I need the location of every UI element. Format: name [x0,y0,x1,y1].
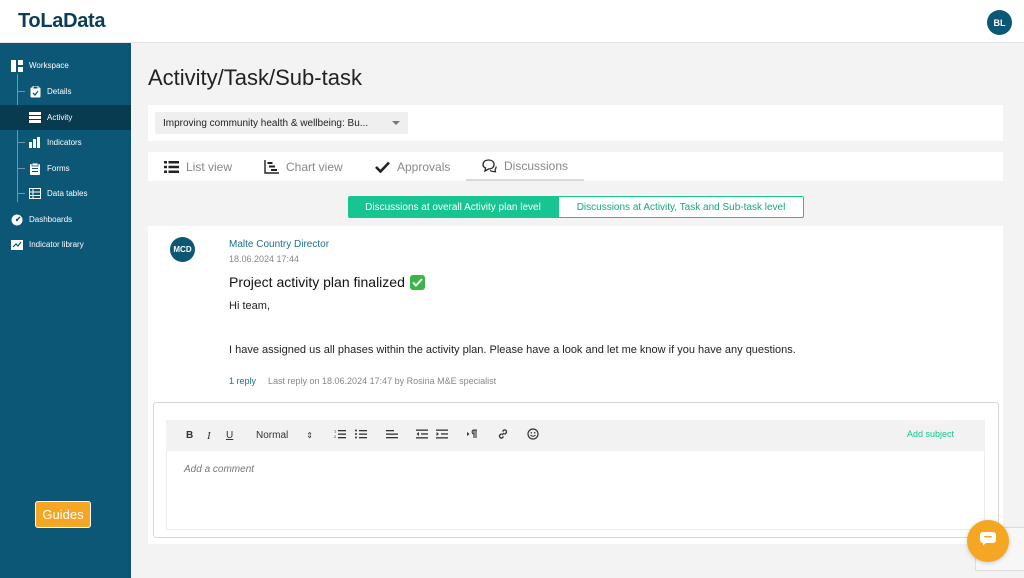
bold-button[interactable]: B [186,420,193,451]
chat-icon [979,531,997,551]
author-avatar: MCD [170,237,195,262]
sidebar-item-label: Workspace [29,61,69,70]
ordered-list-button[interactable]: 12 [334,420,346,451]
replies-link[interactable]: 1 reply [229,376,256,386]
sidebar-item-label: Activity [47,113,73,122]
text-style-select[interactable]: Normal ⇕ [256,420,318,451]
dashboard-icon [11,214,23,226]
sidebar-item-indicators[interactable]: Indicators [0,130,131,155]
plan-select-dropdown[interactable]: Improving community health & wellbeing: … [155,112,408,134]
underline-button[interactable]: U [226,420,233,451]
caret-down-icon [392,121,400,125]
toggle-activity-task-subtask[interactable]: Discussions at Activity, Task and Sub-ta… [558,196,804,218]
activity-list-icon [29,112,41,124]
comment-placeholder: Add a comment [184,464,255,475]
discussion-subject: Project activity plan finalized [229,274,425,290]
sidebar-item-label: Dashboards [29,215,73,224]
italic-button[interactable]: I [207,420,211,451]
sidebar-item-indicator-library[interactable]: Indicator library [0,232,131,257]
tab-discussions[interactable]: Discussions [466,152,585,181]
author-name[interactable]: Malte Country Director [229,239,329,250]
tab-chart-view[interactable]: Chart view [264,152,343,181]
tab-list-view[interactable]: List view [164,152,232,181]
table-icon [29,188,41,200]
plan-select-value: Improving community health & wellbeing: … [163,117,369,129]
bullet-list-button[interactable] [355,420,367,451]
clipboard-icon [29,85,41,98]
align-button[interactable] [386,420,398,451]
emoji-icon [527,428,539,443]
discussion-icon [482,158,497,173]
indent-button[interactable] [436,420,448,451]
top-bar [0,0,1024,43]
tab-approvals[interactable]: Approvals [375,152,450,181]
sidebar-item-label: Details [47,87,72,96]
tab-label: Approvals [397,159,451,174]
app-logo[interactable]: ToLaData [18,10,106,33]
emoji-button[interactable] [527,420,539,451]
sidebar-item-label: Forms [47,164,70,173]
link-button[interactable] [497,420,509,451]
tab-label: Discussions [504,158,569,173]
tab-label: List view [186,159,233,174]
last-reply-info: Last reply on 18.06.2024 17:47 by Rosina… [268,376,497,386]
sidebar-item-dashboards[interactable]: Dashboards [0,207,131,232]
body-text: I have assigned us all phases within the… [229,344,796,356]
tab-label: Chart view [286,159,343,174]
indent-icon [436,429,448,442]
outdent-icon [416,429,428,442]
chart-icon [264,159,279,174]
link-icon [497,428,509,443]
subject-text: Project activity plan finalized [229,274,405,290]
library-icon [11,239,23,251]
user-avatar[interactable]: BL [987,10,1012,35]
page-title: Activity/Task/Sub-task [148,65,362,90]
sidebar-item-workspace[interactable]: Workspace [0,53,131,78]
align-left-icon [386,429,398,442]
comment-input[interactable] [166,451,985,530]
outdent-button[interactable] [416,420,428,451]
sidebar-item-data-tables[interactable]: Data tables [0,181,131,206]
sidebar-item-label: Indicator library [29,240,84,249]
list-icon [164,159,179,174]
check-mark-emoji-icon [409,274,425,290]
post-date: 18.06.2024 17:44 [229,254,300,264]
body-greeting: Hi team, [229,300,270,312]
sidebar-item-activity[interactable]: Activity [0,105,131,130]
sidebar-item-label: Indicators [47,138,82,147]
sidebar-item-details[interactable]: Details [0,79,131,104]
toggle-overall-activity-plan[interactable]: Discussions at overall Activity plan lev… [348,196,558,218]
text-direction-button[interactable] [466,420,478,451]
svg-text:1: 1 [334,429,337,434]
guides-button[interactable]: Guides [35,501,91,528]
bullet-list-icon [355,429,367,442]
checkmark-icon [375,159,390,174]
text-style-value: Normal [256,430,289,441]
sidebar-item-label: Data tables [47,189,88,198]
workspace-icon [11,59,23,72]
text-direction-icon [466,429,478,442]
form-icon [29,162,41,175]
bar-chart-icon [29,137,41,149]
add-subject-link[interactable]: Add subject [907,429,954,439]
svg-text:2: 2 [334,434,337,439]
sidebar-item-forms[interactable]: Forms [0,156,131,181]
chat-launcher-button[interactable] [967,520,1009,562]
ordered-list-icon: 12 [334,429,346,442]
updown-arrows-icon: ⇕ [306,431,313,440]
